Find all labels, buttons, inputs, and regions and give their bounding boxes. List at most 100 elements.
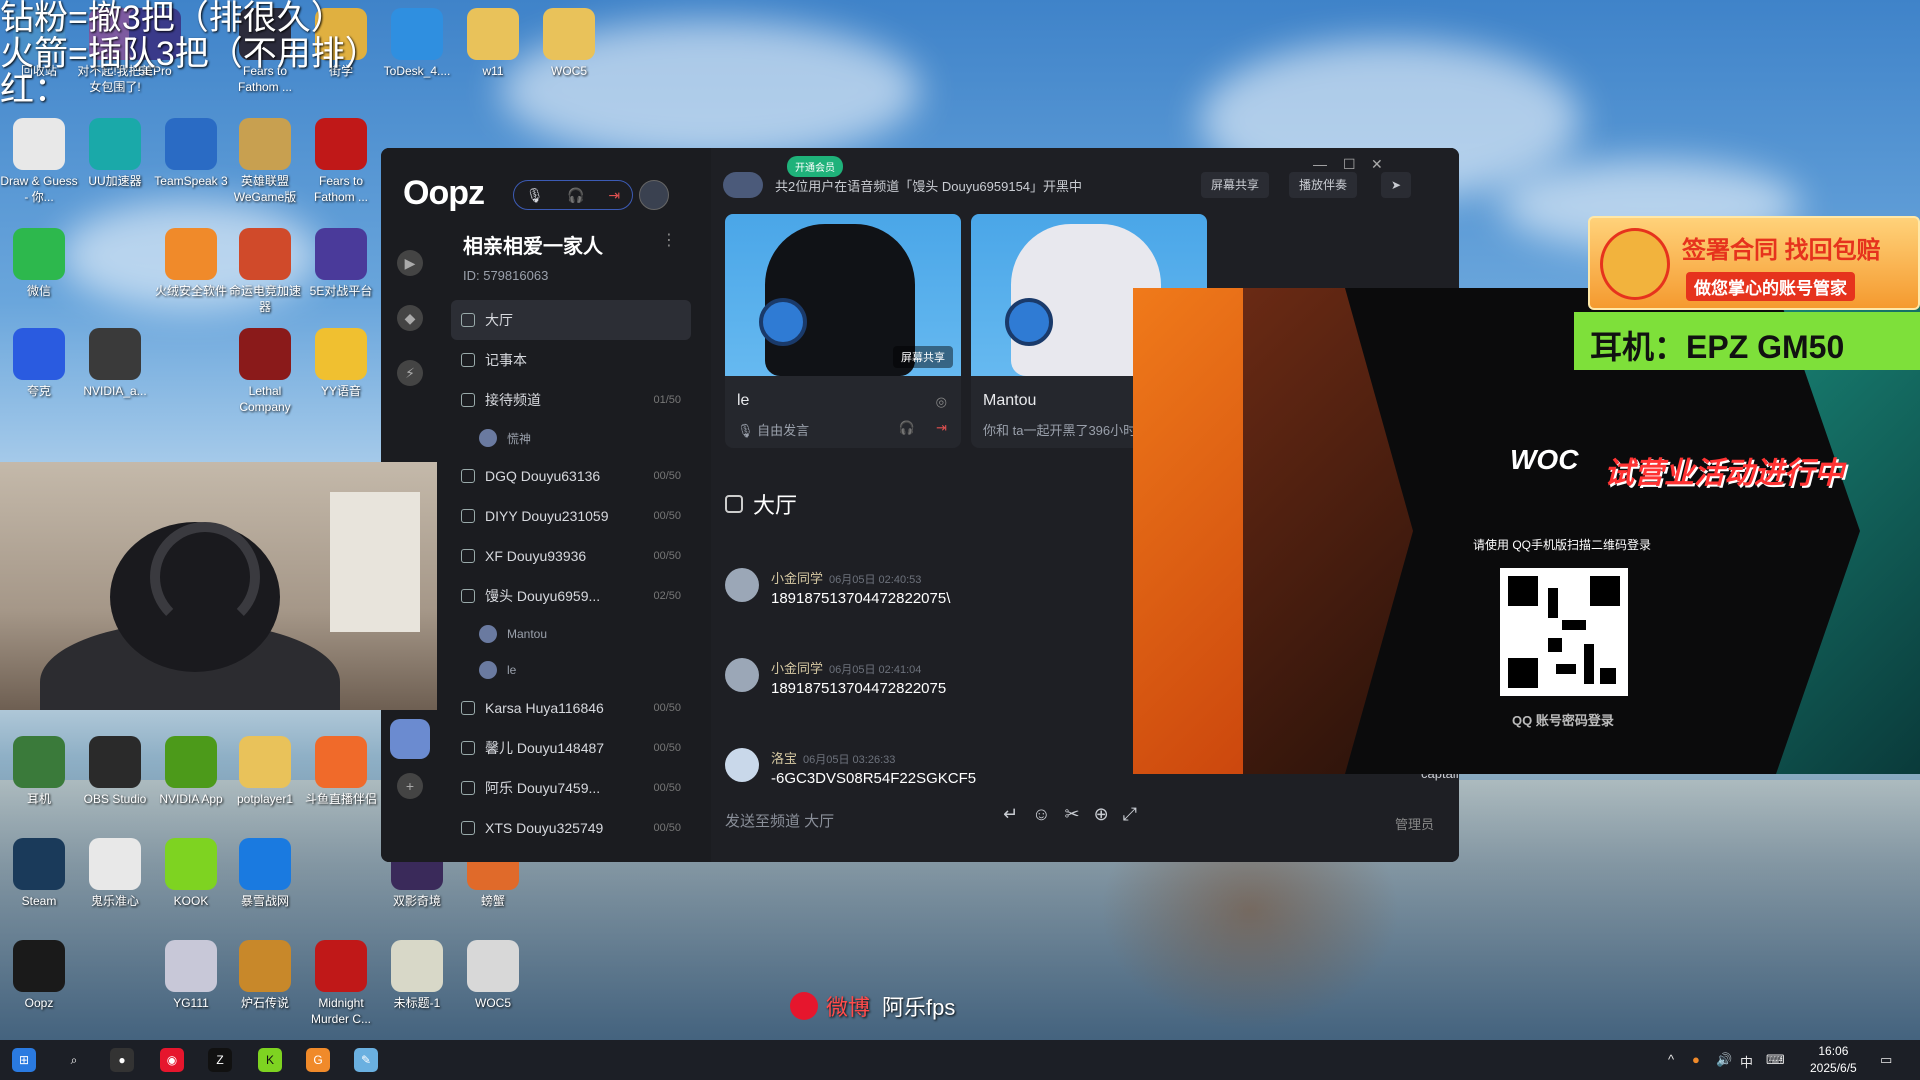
desktop-icon-kook[interactable]: KOOK <box>152 838 230 909</box>
desktop-icon-yg111[interactable]: YG111 <box>152 940 230 1011</box>
avatar[interactable] <box>725 748 759 782</box>
channel-item[interactable]: 馒头 Douyu6959... 02/50 <box>451 576 691 616</box>
desktop-icon-erji[interactable]: 耳机 <box>0 736 78 807</box>
desktop-icon-teamspeak[interactable]: TeamSpeak 3 <box>152 118 230 189</box>
desktop-icon-label: 微信 <box>26 284 51 298</box>
channel-member[interactable]: 慌神 <box>451 420 691 456</box>
desktop-icon-oopz[interactable]: Oopz <box>0 940 78 1011</box>
channel-item[interactable]: 阿乐 Douyu7459... 00/50 <box>451 768 691 808</box>
add-icon[interactable]: ⊕ <box>1094 804 1109 825</box>
desktop-icon-midnight[interactable]: Midnight Murder C... <box>302 940 380 1027</box>
vip-button[interactable]: 开通会员 <box>787 156 843 177</box>
channel-item[interactable]: 接待频道 01/50 <box>451 380 691 420</box>
message-author[interactable]: 小金同学 <box>771 571 823 586</box>
desktop-icon-w11[interactable]: w11 <box>454 8 532 79</box>
scissors-icon[interactable]: ✂ <box>1064 804 1079 825</box>
microphone-icon[interactable]: 🎙 <box>526 187 544 204</box>
desktop-icon-potplayer[interactable]: potplayer1 <box>226 736 304 807</box>
diamond-icon[interactable]: ◆ <box>397 305 423 331</box>
desktop-icon-nvidiaapp[interactable]: NVIDIA App <box>152 736 230 807</box>
desktop-icon-douyu[interactable]: 斗鱼直播伴侣 <box>302 736 380 807</box>
desktop-icon-f2f[interactable]: Fears to Fathom ... <box>302 118 380 205</box>
desktop-icon-obs[interactable]: OBS Studio <box>76 736 154 807</box>
start-icon[interactable]: ⊞ <box>12 1048 36 1072</box>
play-together-button[interactable]: 播放伴奏 <box>1289 172 1358 198</box>
tray-expand-icon[interactable]: ^ <box>1668 1052 1674 1067</box>
netease-icon[interactable]: ◉ <box>160 1048 184 1072</box>
desktop-icon-woc5b[interactable]: WOC5 <box>454 940 532 1011</box>
channel-item[interactable]: XF Douyu93936 00/50 <box>451 536 691 576</box>
qr-code[interactable] <box>1500 568 1628 696</box>
tray-app-icon[interactable]: ● <box>1692 1052 1700 1067</box>
headphone-icon[interactable]: 🎧 <box>899 420 915 436</box>
lightning-icon[interactable]: ⚡ <box>397 360 423 386</box>
desktop-icon-lethal[interactable]: Lethal Company <box>226 328 304 415</box>
keyboard-icon[interactable]: ⌨ <box>1766 1052 1785 1068</box>
desktop-icon-uu[interactable]: UU加速器 <box>76 118 154 189</box>
desktop-icon-draw[interactable]: Draw & Guess - 你... <box>0 118 78 205</box>
desktop-icon-untitled[interactable]: 未标题-1 <box>378 940 456 1011</box>
server-avatar[interactable] <box>390 719 430 759</box>
desktop-icon-wechat[interactable]: 微信 <box>0 228 78 299</box>
desktop-icon-guile[interactable]: 鬼乐准心 <box>76 838 154 909</box>
minimize-icon[interactable]: — <box>1313 156 1327 172</box>
app-icon[interactable]: ● <box>110 1048 134 1072</box>
password-login-link[interactable]: QQ 账号密码登录 <box>1512 710 1614 729</box>
channel-item[interactable]: DGQ Douyu63136 00/50 <box>451 456 691 496</box>
desktop-icon-steam[interactable]: Steam <box>0 838 78 909</box>
add-server-icon[interactable]: + <box>397 773 423 799</box>
screen-share-button[interactable]: 屏幕共享 <box>1201 172 1270 198</box>
volume-icon[interactable]: 🔊 <box>1716 1052 1732 1068</box>
more-options-icon[interactable]: ⋮ <box>661 230 677 250</box>
channel-item[interactable]: 大厅 <box>451 300 691 340</box>
desktop-icon-todesk[interactable]: ToDesk_4.... <box>378 8 456 79</box>
settings-icon[interactable]: ◎ <box>936 394 947 410</box>
oopz-icon[interactable]: Z <box>208 1048 232 1072</box>
desktop-icon-lol[interactable]: 英雄联盟WeGame版 <box>226 118 304 205</box>
headphone-icon[interactable]: 🎧 <box>567 187 584 204</box>
desktop-icon-huorong[interactable]: 火绒安全软件 <box>152 228 230 299</box>
desktop-icon-5e[interactable]: 5E对战平台 <box>302 228 380 299</box>
maximize-icon[interactable]: ☐ <box>1343 156 1356 173</box>
desktop-icon-yy[interactable]: YY语音 <box>302 328 380 399</box>
search-icon[interactable]: ⌕ <box>62 1048 86 1072</box>
desktop-icon-kuake[interactable]: 夸克 <box>0 328 78 399</box>
kook-icon[interactable]: K <box>258 1048 282 1072</box>
emoji-icon[interactable]: ☺ <box>1032 804 1050 825</box>
desktop-icon-label: ToDesk_4.... <box>383 64 451 78</box>
desktop-icon-nvidia1[interactable]: NVIDIA_a... <box>76 328 154 399</box>
channel-item[interactable]: 记事本 <box>451 340 691 380</box>
voice-card-le[interactable]: 屏幕共享 le ◎ 🎙 自由发言 🎧 ⇥ <box>725 214 961 448</box>
channel-item[interactable]: 馨儿 Douyu148487 00/50 <box>451 728 691 768</box>
voice-header: 共2位用户在语音频道「馒头 Douyu6959154」开黑中 <box>711 172 1082 198</box>
desktop-icon-fusion[interactable]: 命运电竞加速器 <box>226 228 304 315</box>
desktop-icon-woc5a[interactable]: WOC5 <box>530 8 608 79</box>
desktop-icon-hearth[interactable]: 炉石传说 <box>226 940 304 1011</box>
message-author[interactable]: 小金同学 <box>771 661 823 676</box>
play-icon[interactable]: ▶ <box>397 250 423 276</box>
lol-icon <box>239 118 291 170</box>
avatar[interactable] <box>725 568 759 602</box>
send-icon[interactable]: ➤ <box>1381 172 1412 198</box>
desktop-icon-baoxue[interactable]: 暴雪战网 <box>226 838 304 909</box>
message-author[interactable]: 洛宝 <box>771 751 797 766</box>
channel-member[interactable]: Mantou <box>451 616 691 652</box>
expand-icon[interactable]: ⤢ <box>1123 804 1137 825</box>
notepad-icon[interactable]: ✎ <box>354 1048 378 1072</box>
enter-icon[interactable]: ↵ <box>1003 804 1018 825</box>
leave-icon[interactable]: ⇥ <box>936 420 947 436</box>
notification-icon[interactable]: ▭ <box>1880 1052 1892 1068</box>
leave-voice-icon[interactable]: ⇥ <box>608 187 620 204</box>
channel-item[interactable]: Karsa Huya116846 00/50 <box>451 688 691 728</box>
ime-indicator[interactable]: 中 <box>1740 1052 1753 1071</box>
channel-item[interactable]: DIYY Douyu231059 00/50 <box>451 496 691 536</box>
browser-icon[interactable]: G <box>306 1048 330 1072</box>
message-input[interactable]: 发送至频道 大厅 <box>725 810 1015 831</box>
system-clock[interactable]: 16:06 2025/6/5 <box>1810 1043 1857 1077</box>
desktop-icon-label: 夸克 <box>26 384 51 398</box>
avatar[interactable] <box>725 658 759 692</box>
channel-item[interactable]: XTS Douyu325749 00/50 <box>451 808 691 848</box>
channel-member[interactable]: le <box>451 652 691 688</box>
user-avatar[interactable] <box>639 180 669 210</box>
close-icon[interactable]: ✕ <box>1371 156 1383 173</box>
